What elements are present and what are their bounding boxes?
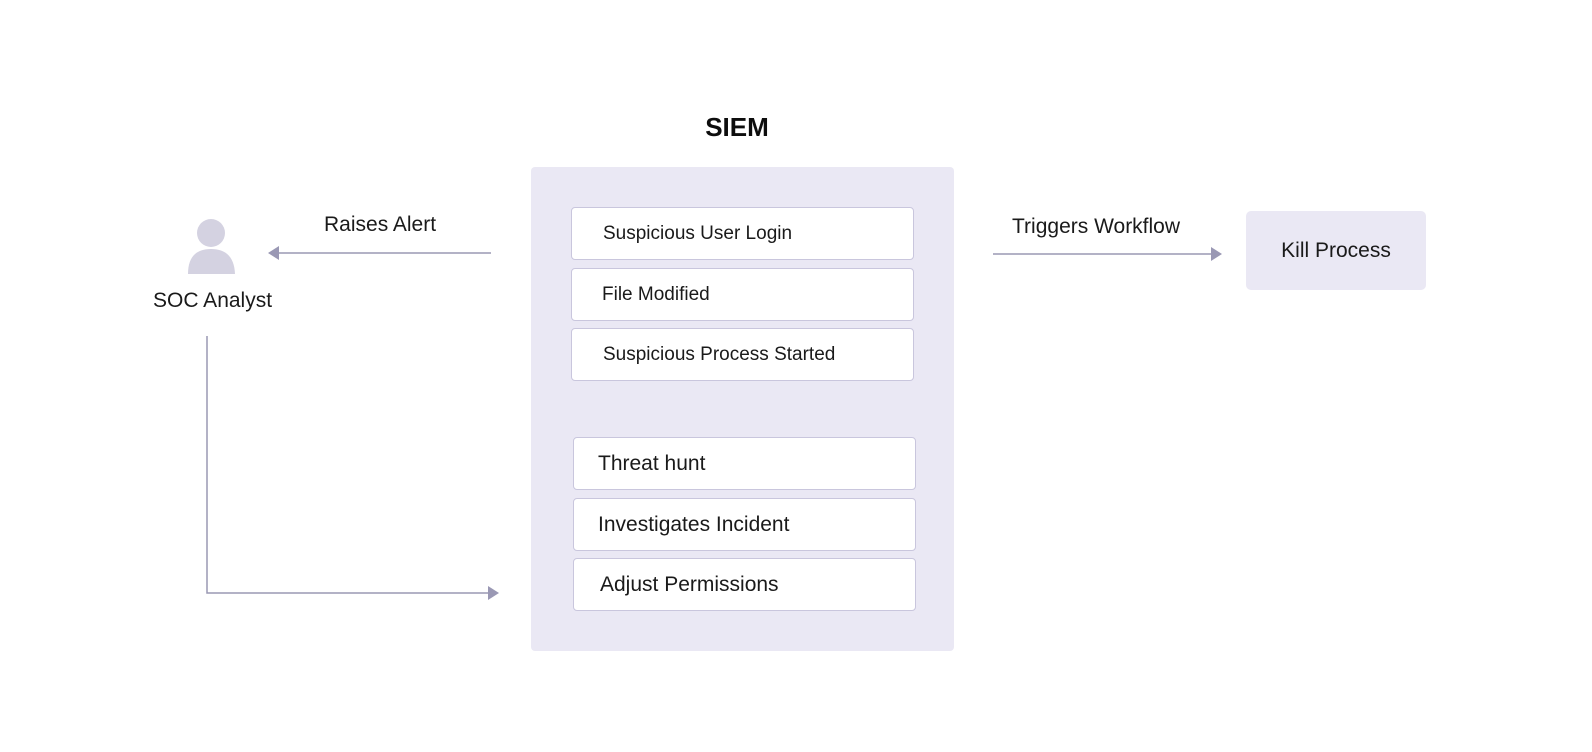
user-icon — [188, 219, 235, 274]
triggers-workflow-arrow — [993, 247, 1222, 261]
connectors-layer — [188, 219, 1222, 600]
arrowhead-right-icon — [1211, 247, 1222, 261]
arrowhead-right-icon — [488, 586, 499, 600]
raises-alert-arrow — [268, 246, 491, 260]
arrowhead-left-icon — [268, 246, 279, 260]
analyst-actions-arrow — [206, 336, 499, 600]
